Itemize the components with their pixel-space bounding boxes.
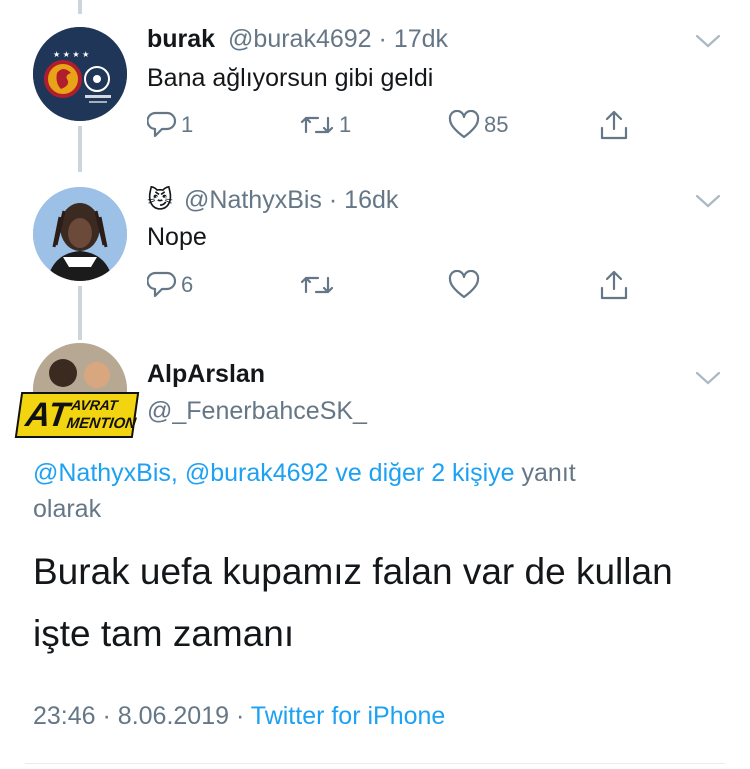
chevron-down-icon[interactable] (695, 33, 721, 49)
chevron-down-icon[interactable] (695, 193, 721, 209)
retweet-icon (300, 116, 334, 134)
divider (25, 763, 725, 764)
handle[interactable]: @burak4692 (228, 25, 372, 53)
avatar[interactable]: ★ ★ ★ ★ (33, 27, 127, 121)
avatar[interactable] (33, 187, 127, 281)
retweet-button[interactable]: 1 (299, 108, 351, 142)
main-time[interactable]: 23:46 (33, 702, 96, 730)
share-button[interactable] (598, 268, 630, 302)
reply-count: 1 (181, 112, 194, 137)
profile-photo-icon (33, 187, 127, 281)
heart-icon (448, 270, 480, 299)
separator-dot: · (378, 25, 387, 53)
separator-dot: · (328, 186, 338, 214)
reply-button[interactable]: 1 (147, 108, 193, 142)
reply-button[interactable]: 6 (147, 268, 193, 302)
main-tweet-text: işte tam zamanı (33, 613, 295, 654)
tweet-header: 😼 @NathyxBis · 16dk (147, 185, 398, 215)
main-handle[interactable]: @_FenerbahceSK_ (147, 397, 367, 426)
thread-line (78, 126, 82, 172)
main-date[interactable]: 8.06.2019 (118, 702, 229, 730)
avatar-badge: AT AVRAT MENTION (14, 392, 140, 438)
source-link[interactable]: Twitter for iPhone (251, 702, 446, 730)
tweet-meta: 23:46 · 8.06.2019 · Twitter for iPhone (33, 702, 445, 731)
share-icon (600, 110, 628, 140)
retweet-button[interactable] (299, 268, 335, 302)
reply-context: @NathyxBis, @burak4692 ve diğer 2 kişiye… (33, 455, 713, 527)
reply-icon (147, 111, 177, 138)
reply-count: 6 (181, 272, 194, 297)
tweet-header: burak @burak4692 · 17dk (147, 25, 448, 54)
handle[interactable]: @NathyxBis (184, 186, 322, 214)
reply-context-suffix: yanıt (521, 459, 576, 487)
reply-context-suffix: olarak (33, 495, 102, 523)
separator-dot: · (235, 702, 245, 730)
thread-line (78, 286, 82, 340)
reply-icon (147, 271, 177, 298)
badge-top-text: AVRAT (70, 397, 119, 413)
champions-league-logo-icon: ★ ★ ★ ★ (33, 27, 127, 121)
others-link[interactable]: ve diğer 2 kişiye (335, 459, 514, 487)
display-name[interactable]: burak (147, 25, 215, 53)
tweet-text: Bana ağlıyorsun gibi geldi (147, 64, 434, 92)
badge-bottom-text: MENTION (65, 415, 138, 432)
share-button[interactable] (598, 108, 630, 142)
mention-link[interactable]: @burak4692 (185, 459, 329, 487)
retweet-count: 1 (339, 112, 352, 137)
timestamp[interactable]: 16dk (344, 186, 398, 214)
like-button[interactable] (448, 268, 480, 302)
main-display-name[interactable]: AlpArslan (147, 360, 265, 389)
badge-big-text: AT (23, 396, 72, 434)
retweet-icon (300, 276, 334, 294)
like-count: 85 (484, 112, 509, 137)
share-icon (600, 270, 628, 300)
chevron-down-icon[interactable] (695, 370, 721, 386)
like-button[interactable]: 85 (448, 108, 508, 142)
thread-line (78, 0, 82, 14)
svg-text:★ ★ ★ ★: ★ ★ ★ ★ (53, 50, 89, 59)
main-tweet-text: Burak uefa kupamız falan var de kullan (33, 551, 673, 592)
display-name-emoji[interactable]: 😼 (147, 185, 173, 214)
heart-icon (448, 110, 480, 139)
tweet-text: Nope (147, 223, 207, 251)
mention-link[interactable]: @NathyxBis, (33, 459, 178, 487)
timestamp[interactable]: 17dk (394, 25, 448, 53)
separator-dot: · (102, 702, 111, 730)
